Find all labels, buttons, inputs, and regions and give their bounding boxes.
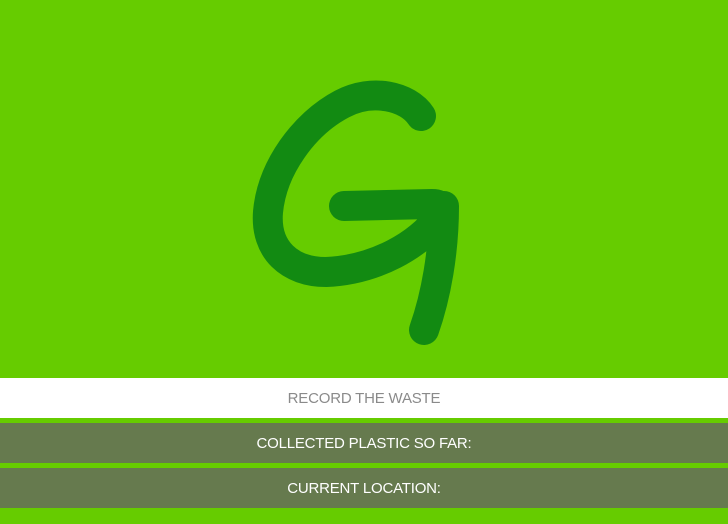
current-location-label: CURRENT LOCATION: <box>287 479 441 497</box>
logo-area <box>0 0 728 378</box>
app-screen: RECORD THE WASTE COLLECTED PLASTIC SO FA… <box>0 0 728 524</box>
g-logo-icon <box>252 80 459 345</box>
collected-plastic-label: COLLECTED PLASTIC SO FAR: <box>256 434 472 452</box>
record-waste-button[interactable]: RECORD THE WASTE <box>0 378 728 418</box>
record-waste-label: RECORD THE WASTE <box>287 389 441 407</box>
current-location-info: CURRENT LOCATION: <box>0 468 728 508</box>
collected-plastic-info: COLLECTED PLASTIC SO FAR: <box>0 423 728 463</box>
